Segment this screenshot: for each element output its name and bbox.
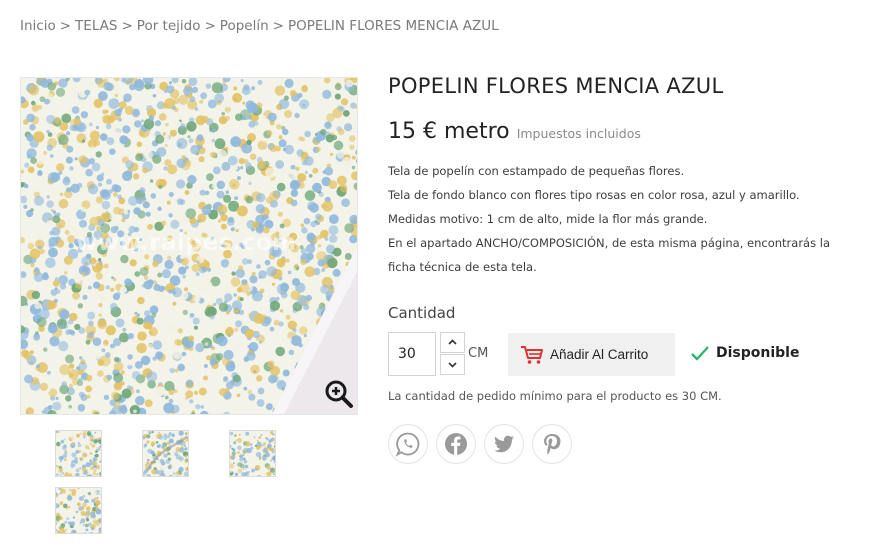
share-whatsapp-button[interactable] [388,424,428,464]
product-price: 15 € metro [388,119,510,144]
quantity-input[interactable] [388,332,436,376]
shopping-cart-icon [521,345,543,364]
quantity-label: Cantidad [388,304,456,322]
image-watermark: www.raipes.com [76,230,297,256]
tax-note: Impuestos incluidos [516,126,641,141]
product-title: POPELIN FLORES MENCIA AZUL [388,74,724,98]
availability-status: Disponible [690,344,799,362]
breadcrumb-link-inicio[interactable]: Inicio [20,18,56,34]
quantity-decrease-button[interactable] [440,354,465,375]
add-to-cart-button[interactable]: Añadir Al Carrito [508,333,675,376]
minimum-quantity-note: La cantidad de pedido mínimo para el pro… [388,389,722,403]
breadcrumb-link-popelin[interactable]: Popelín [220,18,269,34]
thumbnail-image [56,488,101,533]
breadcrumb-link-por-tejido[interactable]: Por tejido [137,18,201,34]
quantity-unit: CM [468,346,489,361]
description-line: En el apartado ANCHO/COMPOSICIÓN, de est… [388,236,830,250]
zoom-icon[interactable] [323,378,355,410]
availability-label: Disponible [716,345,800,361]
share-twitter-button[interactable] [484,424,524,464]
checkmark-icon [691,346,709,361]
thumbnail-image [56,431,101,476]
share-pinterest-button[interactable] [532,424,572,464]
description-line: ficha técnica de esta tela. [388,260,537,274]
price-row: 15 € metro Impuestos incluidos [388,119,641,144]
quantity-increase-button[interactable] [440,332,465,353]
thumbnail-2[interactable] [142,430,189,477]
twitter-icon [494,435,514,453]
pinterest-icon [544,434,561,455]
breadcrumb-separator: > [121,18,133,34]
thumbnail-3[interactable] [229,430,276,477]
description-line: Tela de popelín con estampado de pequeña… [388,164,685,178]
description-line: Tela de fondo blanco con flores tipo ros… [388,188,800,202]
whatsapp-icon [395,432,420,457]
thumbnail-image [143,431,188,476]
thumbnail-4[interactable] [55,487,102,534]
share-facebook-button[interactable] [436,424,476,464]
description-line: Medidas motivo: 1 cm de alto, mide la fl… [388,212,708,226]
breadcrumb-current-product[interactable]: POPELIN FLORES MENCIA AZUL [288,18,499,34]
chevron-down-icon [448,362,457,368]
breadcrumb-separator: > [272,18,284,34]
thumbnail-image [230,431,275,476]
breadcrumb-link-telas[interactable]: TELAS [75,18,117,34]
thumbnail-1[interactable] [55,430,102,477]
breadcrumb: Inicio > TELAS > Por tejido > Popelín > POPELIN … [20,18,499,34]
facebook-icon [445,433,467,455]
product-description: Tela de popelín con estampado de pequeña… [388,159,858,279]
product-main-image[interactable]: www.raipes.com [20,77,358,415]
breadcrumb-separator: > [204,18,216,34]
chevron-up-icon [448,339,457,345]
breadcrumb-separator: > [59,18,72,34]
add-to-cart-label: Añadir Al Carrito [550,347,649,362]
